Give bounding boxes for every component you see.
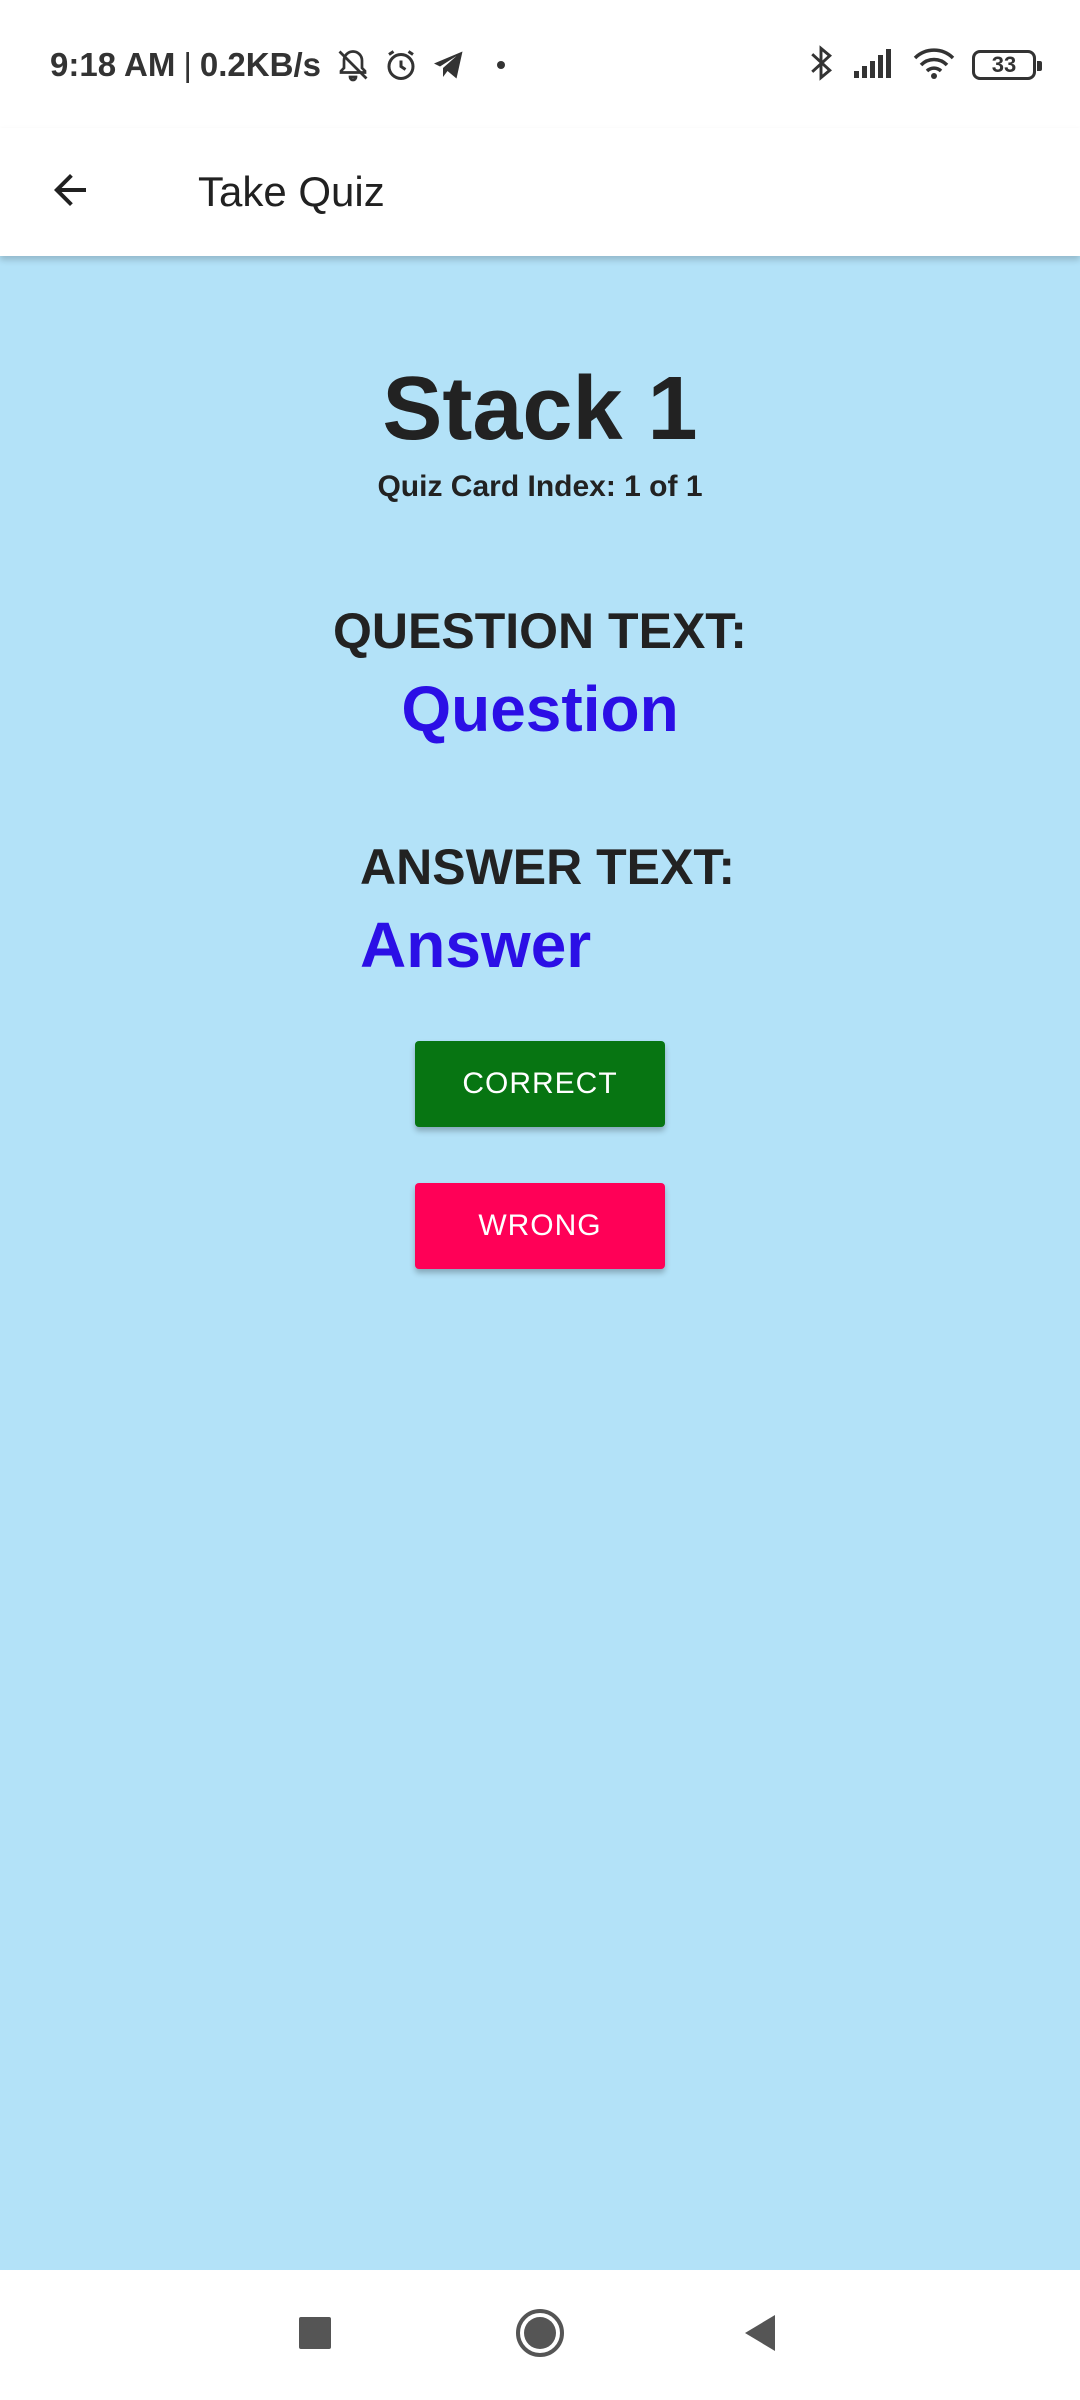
card-index: Quiz Card Index: 1 of 1 [377, 470, 703, 503]
wifi-icon [912, 46, 956, 85]
recents-button[interactable] [275, 2295, 355, 2375]
network-speed: 0.2KB/s [199, 46, 321, 83]
status-right: 33 [806, 40, 1042, 90]
signal-icon [852, 47, 896, 84]
recents-icon [297, 2315, 333, 2356]
stack-title: Stack 1 [382, 359, 698, 459]
bluetooth-icon [806, 44, 836, 87]
quiz-content: Stack 1 Quiz Card Index: 1 of 1 QUESTION… [0, 256, 1080, 2270]
status-time: 9:18 AM [50, 46, 176, 83]
home-icon [514, 2307, 566, 2364]
status-separator: | [183, 46, 192, 83]
answer-text: Answer [360, 909, 592, 981]
navigation-bar [0, 2270, 1080, 2400]
mute-icon [335, 47, 371, 83]
status-left: 9:18 AM | 0.2KB/s [50, 40, 505, 90]
back-icon [741, 2313, 779, 2358]
back-button[interactable] [30, 152, 110, 232]
wrong-button[interactable]: WRONG [415, 1183, 665, 1269]
notification-icons [335, 47, 505, 83]
battery-level: 33 [991, 52, 1017, 77]
status-bar: 9:18 AM | 0.2KB/s 33 [0, 0, 1080, 128]
page-title: Take Quiz [198, 168, 385, 215]
battery-icon: 33 [972, 50, 1042, 80]
home-button[interactable] [500, 2295, 580, 2375]
correct-button[interactable]: CORRECT [415, 1041, 665, 1127]
app-bar: Take Quiz [0, 128, 1080, 256]
question-text: Question [401, 673, 679, 745]
answer-label: ANSWER TEXT: [360, 839, 735, 895]
arrow-back-icon [46, 166, 94, 219]
more-notifications-dot [496, 61, 505, 69]
system-back-button[interactable] [720, 2295, 800, 2375]
alarm-icon [383, 47, 419, 83]
question-label: QUESTION TEXT: [333, 603, 747, 659]
telegram-icon [431, 47, 467, 83]
